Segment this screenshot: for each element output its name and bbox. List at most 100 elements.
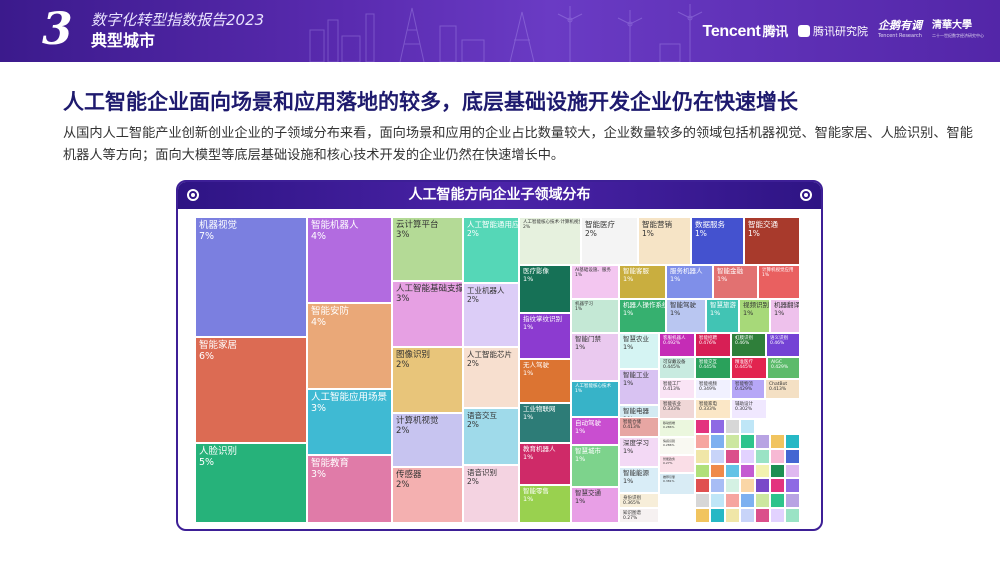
treemap-tile-value: 1% [523, 368, 534, 377]
treemap-tile[interactable]: 服务机器人 1% [666, 265, 713, 299]
treemap-tile[interactable]: 情感识别 0.286% [659, 437, 695, 455]
treemap-tile[interactable]: 语音识别 2% [463, 465, 519, 523]
treemap-tile[interactable]: 机器翻译 1% [770, 299, 800, 333]
treemap-tile[interactable]: 教育机器人 1% [519, 443, 571, 485]
treemap-tile[interactable]: 语音交互 2% [463, 408, 519, 465]
treemap-tile[interactable]: 智能政务 0.27% [659, 455, 695, 473]
treemap-tile[interactable]: 智能教育 3% [307, 455, 392, 523]
treemap-tile-value: 0.413% [623, 425, 641, 431]
treemap-tile[interactable]: 智能驾驶 1% [666, 299, 706, 333]
treemap-tile[interactable]: 深度学习 1% [619, 437, 659, 467]
treemap-tile[interactable]: 视频识别 1% [739, 299, 770, 333]
treemap-tile[interactable]: 智能能源 1% [619, 467, 659, 493]
header-banner: 3 数字化转型指数报告2023 典型城市 Tencent 腾讯 腾讯研究院 企鹅有… [0, 0, 1000, 62]
treemap-tile[interactable]: 计算机视觉应用 1% [758, 265, 800, 299]
treemap-tile-value: 1% [575, 389, 583, 395]
treemap-tile-label: 智能教育 [311, 458, 350, 469]
treemap-tile[interactable]: 云计算平台 3% [392, 217, 463, 281]
treemap-tile[interactable]: 人脸识别 5% [195, 443, 307, 523]
treemap-tile[interactable]: 智慧农业 1% [619, 333, 659, 369]
treemap-tile[interactable]: 智慧旅游 1% [706, 299, 739, 333]
treemap-minor-tile [725, 463, 740, 479]
treemap-tile-value: 1% [575, 273, 583, 279]
treemap-tile[interactable]: 人工智能基础支撑 3% [392, 281, 463, 347]
treemap-tile[interactable]: 知识图谱 0.27% [619, 508, 659, 523]
treemap-tile[interactable]: 指纹掌纹识别 1% [519, 313, 571, 359]
treemap-tile[interactable]: AI基础设施、服务 1% [571, 265, 619, 299]
treemap-tile[interactable]: 人工智能通用应用2% [463, 217, 519, 283]
treemap-tile-value: 1% [623, 342, 634, 351]
treemap-tile[interactable]: 机器学习 1% [571, 299, 619, 333]
treemap-tile[interactable]: 工业机器人 2% [463, 283, 519, 347]
treemap-tile[interactable]: 智能视频 0.349% [695, 379, 731, 399]
treemap-tile[interactable]: 计算机视觉 2% [392, 413, 463, 467]
treemap-tile[interactable]: 人工智能应用场景 3% [307, 389, 392, 455]
treemap-tile[interactable]: 图像识别 2% [392, 347, 463, 413]
treemap-tile[interactable]: 智慧交通 1% [571, 487, 619, 523]
treemap-tile[interactable]: 虹膜识别 0.46% [731, 333, 766, 357]
treemap-tile[interactable]: 智能招聘 0.476% [695, 333, 731, 357]
treemap-tile[interactable]: 智能门禁 1% [571, 333, 619, 381]
treemap-tile[interactable]: 智能金融 1% [713, 265, 758, 299]
treemap-tile[interactable]: 智能交互 0.445% [695, 357, 731, 379]
treemap-tile-value: 3% [311, 403, 327, 415]
treemap-tile-label: 语音交互 [467, 411, 497, 420]
treemap-tile[interactable]: 精准医疗 0.445% [731, 357, 767, 379]
treemap-tile[interactable]: 人工智能芯片 2% [463, 347, 519, 408]
treemap-tile[interactable]: 智能客服 1% [619, 265, 666, 299]
treemap-tile[interactable]: 智能交通 1% [744, 217, 800, 265]
treemap-tile-value: 1% [670, 308, 681, 317]
treemap-tile-value: 0.349% [699, 387, 717, 393]
treemap-tile-value: 1% [575, 454, 586, 463]
treemap-minor-tile [785, 508, 800, 523]
treemap-tile[interactable]: 无人驾驶 1% [519, 359, 571, 403]
treemap-tile-value: 0.445% [699, 365, 717, 371]
treemap-minor-tile [740, 478, 755, 494]
treemap-tile[interactable]: 智能家电 0.333% [695, 399, 731, 419]
treemap-tile[interactable]: 工业物联网 1% [519, 403, 571, 443]
treemap-tile[interactable]: 机器人操作系统 1% [619, 299, 666, 333]
treemap-tile[interactable]: 移动终端 0.286% [659, 419, 695, 437]
treemap-tile[interactable]: 智能营销 1% [638, 217, 691, 265]
treemap-tile[interactable]: 传感器 2% [392, 467, 463, 523]
treemap-tile-value: 1% [762, 273, 770, 279]
treemap-tile[interactable]: 人工智能核心技术 1% [571, 381, 619, 417]
treemap-tile-value: 0.445% [663, 365, 681, 371]
treemap-tile[interactable]: 智慧城市 1% [571, 445, 619, 487]
treemap-tile-value: 4% [311, 231, 327, 243]
treemap-minor-tile [695, 419, 710, 434]
treemap-tile[interactable]: 辅助设计 0.302% [731, 399, 767, 419]
treemap-tile[interactable]: 智能物流 0.429% [731, 379, 765, 399]
treemap-tile[interactable]: 数据服务 1% [691, 217, 744, 265]
treemap-tile[interactable]: 智能零售 1% [519, 485, 571, 523]
treemap-tile[interactable]: 智能工业 1% [619, 369, 659, 405]
treemap-tile[interactable]: 推荐引擎 0.381% [659, 473, 695, 495]
treemap-tile-label: 智能医疗 [585, 220, 615, 229]
treemap-tile[interactable]: 语义识别 0.46% [766, 333, 800, 357]
treemap-tile-label: 智能家居 [199, 340, 238, 351]
treemap-tile[interactable]: 身份识别 0.365% [619, 493, 659, 508]
treemap-tile[interactable]: ChatBot 0.413% [765, 379, 800, 399]
treemap-tile[interactable]: AIGC 0.429% [767, 357, 800, 379]
treemap-tile[interactable]: 客服机器人 0.492% [659, 333, 695, 357]
treemap-minor-tile [710, 433, 725, 449]
treemap-tile[interactable]: 智能仓储 0.413% [619, 417, 659, 437]
treemap-tile[interactable]: 智能家居 6% [195, 337, 307, 443]
treemap-tile[interactable]: 智能农业 0.333% [659, 399, 695, 419]
treemap-tile[interactable]: 智能安防 4% [307, 303, 392, 389]
treemap-tile-label: 计算机视觉 [396, 416, 439, 426]
treemap-tile[interactable]: 人工智能核心技术·计算机视觉 2% [519, 217, 581, 265]
treemap-tile[interactable]: 智能医疗 2% [581, 217, 638, 265]
city-skyline-decoration [309, 4, 703, 62]
treemap-tile-value: 0.445% [735, 365, 753, 371]
treemap-minor-tile [755, 508, 770, 523]
treemap-minor-tile [740, 448, 755, 464]
treemap-tile[interactable]: 自动驾驶 1% [571, 417, 619, 445]
treemap-tile[interactable]: 机器视觉 7% [195, 217, 307, 337]
treemap-tile[interactable]: 智能工厂 0.413% [659, 379, 695, 399]
treemap-tile[interactable]: 医疗影像 1% [519, 265, 571, 313]
treemap-tile-value: 1% [575, 307, 583, 313]
treemap-tile-value: 2% [396, 360, 410, 371]
treemap-tile[interactable]: 可穿戴设备 0.445% [659, 357, 695, 379]
treemap-tile[interactable]: 智能机器人 4% [307, 217, 392, 303]
